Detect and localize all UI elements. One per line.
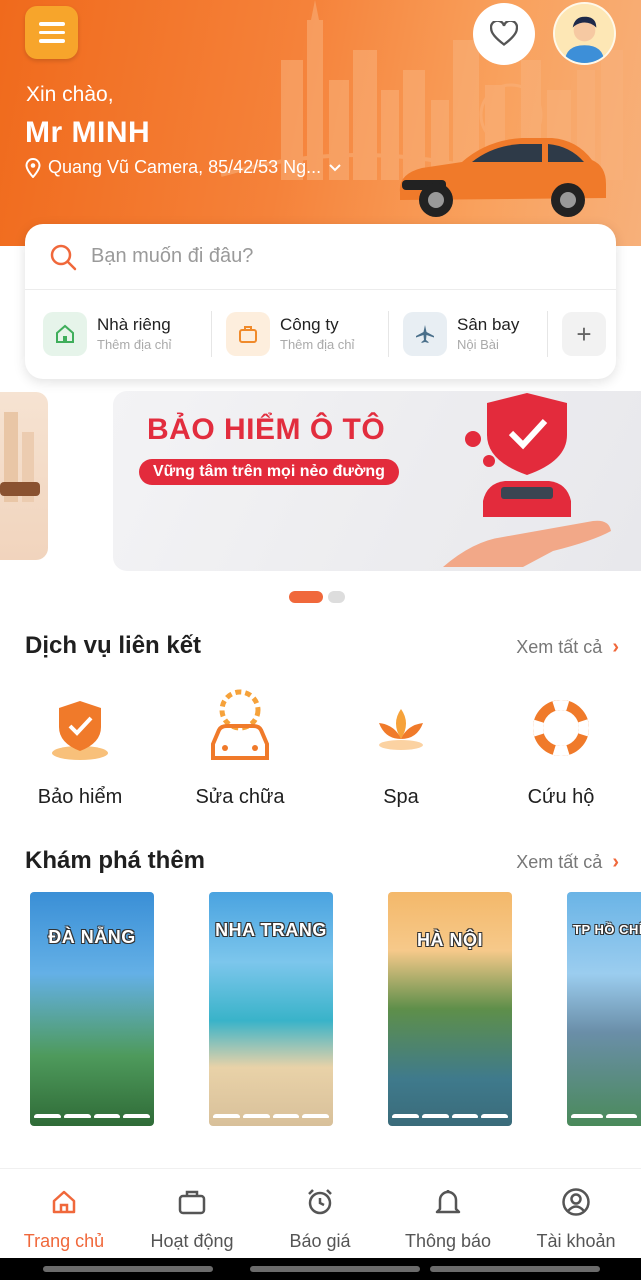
carousel-indicator <box>289 591 345 603</box>
section-title-services: Dịch vụ liên kết <box>25 632 202 659</box>
user-name: Mr MINH <box>25 116 151 149</box>
user-avatar-icon <box>555 4 614 63</box>
system-nav-handle[interactable] <box>43 1266 213 1272</box>
service-label: Spa <box>383 786 419 808</box>
favorites-button[interactable] <box>473 3 535 65</box>
destination-card[interactable]: TP HỒ CHÍ MINH <box>567 892 641 1126</box>
bottom-navigation: Trang chủ Hoạt động Báo giá Thông báo Tà… <box>0 1168 641 1258</box>
nav-label: Báo giá <box>289 1231 351 1251</box>
briefcase-icon <box>178 1190 206 1215</box>
carousel-dot-active[interactable] <box>289 591 323 603</box>
location-pin-icon <box>25 157 41 178</box>
services-see-all-link[interactable]: Xem tất cả › <box>516 636 619 659</box>
nav-label: Thông báo <box>404 1231 492 1251</box>
system-navigation-bar <box>0 1258 641 1280</box>
nav-quotes[interactable]: Báo giá <box>256 1185 384 1252</box>
see-all-label: Xem tất cả <box>516 637 603 657</box>
header-banner: Xin chào, Mr MINH Quang Vũ Camera, 85/42… <box>0 0 641 246</box>
quick-place-title: Công ty <box>280 314 339 334</box>
destination-photos <box>571 1026 637 1118</box>
nav-account[interactable]: Tài khoản <box>512 1185 640 1252</box>
banner-image <box>0 412 40 502</box>
quick-place-airport[interactable]: Sân bay Nội Bài <box>403 310 533 358</box>
location-selector[interactable]: Quang Vũ Camera, 85/42/53 Ng... <box>25 157 342 178</box>
car-repair-icon <box>211 689 269 760</box>
nav-label: Hoạt động <box>150 1231 234 1251</box>
banner-title: BẢO HIỂM Ô TÔ <box>147 413 386 446</box>
hamburger-line <box>38 30 65 35</box>
system-nav-handle[interactable] <box>430 1266 600 1272</box>
service-label: Bảo hiểm <box>37 786 123 808</box>
nav-activity[interactable]: Hoạt động <box>128 1185 256 1252</box>
service-spa[interactable]: Spa <box>331 688 471 809</box>
explore-see-all-link[interactable]: Xem tất cả › <box>516 851 619 874</box>
destination-card[interactable]: NHA TRANG <box>209 892 333 1126</box>
destination-card[interactable]: ĐÀ NẴNG <box>30 892 154 1126</box>
destination-name: TP HỒ CHÍ MINH <box>573 922 641 937</box>
chevron-right-icon: › <box>612 636 619 658</box>
briefcase-icon <box>226 312 270 356</box>
destination-photos <box>392 1026 508 1118</box>
quick-place-company[interactable]: Công ty Thêm địa chỉ <box>226 310 374 358</box>
chevron-right-icon: › <box>612 851 619 873</box>
nav-label: Tài khoản <box>536 1231 616 1251</box>
destination-name: NHA TRANG <box>215 920 327 940</box>
see-all-label: Xem tất cả <box>516 852 603 872</box>
carousel-dot[interactable] <box>328 591 345 603</box>
greeting-text: Xin chào, <box>26 83 114 106</box>
banner-tagline: Vững tâm trên mọi nẻo đường <box>139 459 399 485</box>
chevron-down-icon <box>329 163 341 171</box>
menu-button[interactable] <box>25 6 78 59</box>
alarm-clock-icon <box>308 1189 332 1215</box>
quick-place-title: Sân bay <box>457 314 520 334</box>
previous-banner-slide[interactable] <box>0 392 48 560</box>
bell-icon <box>435 1190 461 1214</box>
destination-name: ĐÀ NẴNG <box>48 927 136 947</box>
nav-label: Trang chủ <box>23 1231 105 1251</box>
insurance-shield-illustration <box>443 393 611 567</box>
car-illustration <box>399 138 606 217</box>
heart-icon <box>490 21 518 46</box>
shield-icon <box>52 701 108 760</box>
service-label: Sửa chữa <box>195 786 285 808</box>
quick-place-title: Nhà riêng <box>97 314 171 334</box>
airplane-icon <box>403 312 447 356</box>
destination-search-input[interactable]: Bạn muốn đi đâu? <box>25 224 616 290</box>
hamburger-line <box>38 39 65 43</box>
search-icon <box>50 244 77 270</box>
user-circle-icon <box>562 1188 590 1216</box>
search-placeholder: Bạn muốn đi đâu? <box>91 245 254 267</box>
home-icon <box>43 312 87 356</box>
service-insurance[interactable]: Bảo hiểm <box>10 688 150 809</box>
destination-photos <box>213 1026 329 1118</box>
quick-place-subtitle: Thêm địa chỉ <box>97 336 172 352</box>
quick-places: Nhà riêng Thêm địa chỉ Công ty Thêm địa … <box>25 290 616 378</box>
lotus-icon <box>379 709 423 750</box>
nav-home[interactable]: Trang chủ <box>0 1185 128 1252</box>
destination-card[interactable]: HÀ NỘI <box>388 892 512 1126</box>
quick-place-home[interactable]: Nhà riêng Thêm địa chỉ <box>43 310 197 358</box>
destination-name: HÀ NỘI <box>417 930 483 950</box>
section-title-explore: Khám phá thêm <box>25 847 206 874</box>
service-rescue[interactable]: Cứu hộ <box>491 688 631 809</box>
divider <box>211 311 212 357</box>
lifebuoy-icon <box>533 700 589 756</box>
destination-photos <box>34 1026 150 1118</box>
quick-place-subtitle: Thêm địa chỉ <box>280 336 355 352</box>
search-card: Bạn muốn đi đâu? Nhà riêng Thêm địa chỉ … <box>25 224 616 379</box>
location-text: Quang Vũ Camera, 85/42/53 Ng... <box>48 157 322 177</box>
destinations-carousel: ĐÀ NẴNG NHA TRANG HÀ NỘI TP HỒ CHÍ MINH <box>0 892 641 1128</box>
nav-notifications[interactable]: Thông báo <box>384 1185 512 1252</box>
system-nav-handle[interactable] <box>250 1266 420 1272</box>
service-repair[interactable]: Sửa chữa <box>170 688 310 809</box>
home-icon <box>52 1190 76 1214</box>
service-label: Cứu hộ <box>527 786 595 808</box>
promo-banner[interactable]: BẢO HIỂM Ô TÔ Vững tâm trên mọi nẻo đườn… <box>113 391 641 571</box>
divider <box>547 311 548 357</box>
divider <box>388 311 389 357</box>
quick-place-subtitle: Nội Bài <box>457 336 499 352</box>
avatar[interactable] <box>553 2 616 65</box>
hamburger-line <box>38 22 65 26</box>
add-place-button[interactable]: + <box>562 312 606 356</box>
